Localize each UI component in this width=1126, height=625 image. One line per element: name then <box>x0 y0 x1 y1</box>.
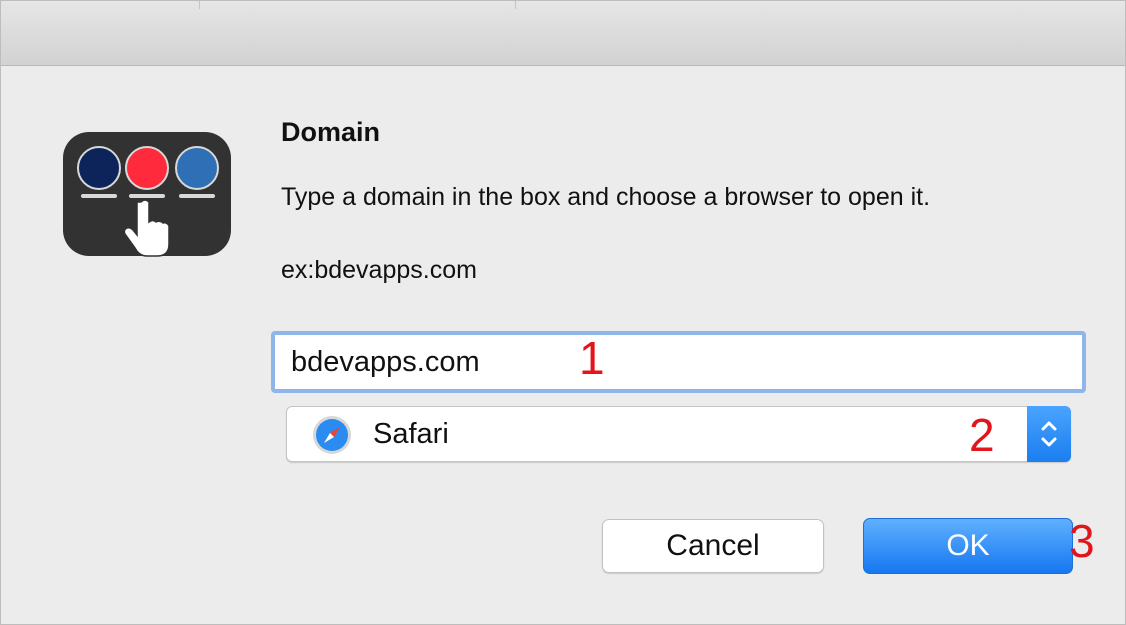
example-text: ex:bdevapps.com <box>281 256 477 284</box>
browser-select[interactable]: Safari <box>286 406 1071 462</box>
app-icon <box>63 132 231 257</box>
dot-underline <box>81 194 117 198</box>
browser-select-label: Safari <box>373 418 449 450</box>
annotation-marker-2: 2 <box>969 409 995 461</box>
titlebar-divider <box>515 1 516 9</box>
dialog-window: Domain Type a domain in the box and choo… <box>0 0 1126 625</box>
safari-compass-icon <box>313 416 351 454</box>
chevron-up-down-icon <box>1041 421 1057 447</box>
dot-underline <box>179 194 215 198</box>
blue-dark-dot <box>77 146 121 190</box>
cancel-button[interactable]: Cancel <box>602 519 824 573</box>
domain-input[interactable] <box>271 331 1086 393</box>
dialog-description: Type a domain in the box and choose a br… <box>281 183 931 211</box>
blue-dot <box>175 146 219 190</box>
titlebar-divider <box>199 1 200 9</box>
annotation-marker-1: 1 <box>579 332 605 384</box>
annotation-marker-3: 3 <box>1069 515 1095 567</box>
ok-button[interactable]: OK <box>863 518 1073 574</box>
red-dot <box>125 146 169 190</box>
select-stepper[interactable] <box>1027 406 1071 462</box>
dialog-title: Domain <box>281 117 381 147</box>
pointing-hand-icon <box>123 199 170 257</box>
title-bar[interactable] <box>1 1 1125 66</box>
